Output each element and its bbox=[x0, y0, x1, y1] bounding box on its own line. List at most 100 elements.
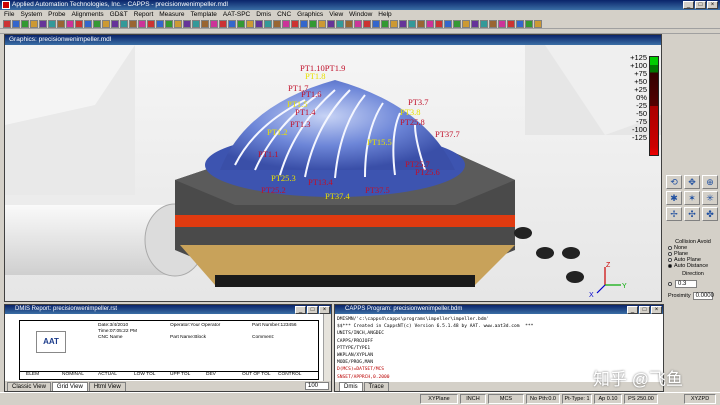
menu-report[interactable]: Report bbox=[134, 10, 154, 19]
program-minimize-button[interactable]: _ bbox=[627, 305, 638, 314]
measurement-point-label[interactable]: PT25.6 bbox=[415, 167, 440, 177]
toolbar-button[interactable] bbox=[291, 19, 299, 28]
measurement-point-label[interactable]: PT1.2 bbox=[267, 127, 288, 137]
toolbar-button[interactable] bbox=[120, 19, 128, 28]
toolbar-button[interactable] bbox=[381, 19, 389, 28]
maximize-button[interactable]: □ bbox=[695, 1, 706, 9]
measurement-point-label[interactable]: PT37.5 bbox=[365, 185, 390, 195]
measurement-point-label[interactable]: PT37.7 bbox=[435, 129, 460, 139]
report-maximize-button[interactable]: □ bbox=[307, 305, 318, 314]
toolbar-button[interactable] bbox=[156, 19, 164, 28]
toolbar-button[interactable] bbox=[21, 19, 29, 28]
toolbar-button[interactable] bbox=[336, 19, 344, 28]
toolbar-button[interactable] bbox=[129, 19, 137, 28]
toolbar-button[interactable] bbox=[219, 19, 227, 28]
menu-window[interactable]: Window bbox=[349, 10, 372, 19]
program-maximize-button[interactable]: □ bbox=[639, 305, 650, 314]
code-line[interactable]: CAPPS/PROJOFF bbox=[337, 338, 653, 345]
toolbar-button[interactable] bbox=[111, 19, 119, 28]
toolbar-button[interactable] bbox=[399, 19, 407, 28]
toolbar-button[interactable] bbox=[30, 19, 38, 28]
report-body[interactable]: AAT Date:3/4/2010 Time:07:05:22 PM CNC N… bbox=[5, 314, 323, 384]
code-line[interactable]: UNITS/INCH,ANGDEC bbox=[337, 330, 653, 337]
report-vertical-scrollbar[interactable] bbox=[323, 314, 331, 384]
code-line[interactable]: DMISMN/'c:\capps4\capps\programs\impelle… bbox=[337, 316, 653, 323]
toolbar-button[interactable] bbox=[255, 19, 263, 28]
menu-system[interactable]: System bbox=[20, 10, 42, 19]
toolbar-button[interactable] bbox=[354, 19, 362, 28]
toolbar-button[interactable] bbox=[48, 19, 56, 28]
measurement-point-label[interactable]: PT3.7 bbox=[408, 97, 429, 107]
toolbar-button[interactable] bbox=[417, 19, 425, 28]
toolbar-button[interactable] bbox=[66, 19, 74, 28]
view-side-icon[interactable]: ✳ bbox=[702, 191, 718, 205]
program-close-button[interactable]: × bbox=[651, 305, 662, 314]
code-line[interactable]: $$*** Created in CappsNT(c) Version 6.5.… bbox=[337, 323, 653, 330]
menu-alignments[interactable]: Alignments bbox=[72, 10, 104, 19]
toolbar-button[interactable] bbox=[75, 19, 83, 28]
toolbar-button[interactable] bbox=[516, 19, 524, 28]
toolbar-button[interactable] bbox=[444, 19, 452, 28]
toolbar-button[interactable] bbox=[498, 19, 506, 28]
tab-grid-view[interactable]: Grid View bbox=[51, 382, 88, 391]
rotate-icon[interactable]: ⟲ bbox=[666, 175, 682, 189]
distance-field[interactable]: 0.3 bbox=[675, 280, 697, 288]
measurement-point-label[interactable]: PT15.5 bbox=[367, 137, 392, 147]
menu-aat-spc[interactable]: AAT-SPC bbox=[223, 10, 250, 19]
toolbar-button[interactable] bbox=[480, 19, 488, 28]
graphics-viewport[interactable]: Z Y X PT1.10PT1.9 PT1.8 PT1.7 PT1.6 PT1.5 PT1… bbox=[5, 45, 661, 301]
toolbar-button[interactable] bbox=[372, 19, 380, 28]
tab-html-view[interactable]: Html View bbox=[88, 382, 126, 391]
toolbar-button[interactable] bbox=[300, 19, 308, 28]
toolbar-button[interactable] bbox=[471, 19, 479, 28]
report-close-button[interactable]: × bbox=[319, 305, 330, 314]
menu-gdt[interactable]: GD&T bbox=[110, 10, 128, 19]
view-right-icon[interactable]: ✣ bbox=[684, 207, 700, 221]
menu-measure[interactable]: Measure bbox=[159, 10, 184, 19]
tab-dmis[interactable]: Dmis bbox=[339, 382, 363, 391]
toolbar-button[interactable] bbox=[462, 19, 470, 28]
measurement-point-label[interactable]: PT25.2 bbox=[261, 185, 286, 195]
menu-file[interactable]: File bbox=[4, 10, 14, 19]
measurement-point-label[interactable]: PT1.8 bbox=[305, 71, 326, 81]
view-iso-icon[interactable]: ✢ bbox=[666, 207, 682, 221]
measurement-point-label[interactable]: PT1.4 bbox=[295, 107, 316, 117]
view-top-icon[interactable]: ✱ bbox=[666, 191, 682, 205]
proximity-field[interactable]: 0.0000 bbox=[692, 292, 714, 300]
measurement-point-label[interactable]: PT13.4 bbox=[308, 177, 334, 187]
toolbar-button[interactable] bbox=[435, 19, 443, 28]
tab-trace[interactable]: Trace bbox=[363, 382, 389, 391]
toolbar-button[interactable] bbox=[192, 19, 200, 28]
toolbar-button[interactable] bbox=[525, 19, 533, 28]
menu-help[interactable]: Help bbox=[378, 10, 391, 19]
toolbar-button[interactable] bbox=[390, 19, 398, 28]
zoom-icon[interactable]: ⊕ bbox=[702, 175, 718, 189]
minimize-button[interactable]: _ bbox=[683, 1, 694, 9]
toolbar-button[interactable] bbox=[345, 19, 353, 28]
toolbar-button[interactable] bbox=[165, 19, 173, 28]
toolbar-button[interactable] bbox=[489, 19, 497, 28]
view-front-icon[interactable]: ✶ bbox=[684, 191, 700, 205]
toolbar-button[interactable] bbox=[507, 19, 515, 28]
toolbar-button[interactable] bbox=[318, 19, 326, 28]
tab-classic-view[interactable]: Classic View bbox=[7, 382, 51, 391]
toolbar-button[interactable] bbox=[327, 19, 335, 28]
toolbar-button[interactable] bbox=[84, 19, 92, 28]
measurement-point-label[interactable]: PT25.3 bbox=[271, 173, 296, 183]
menu-graphics[interactable]: Graphics bbox=[297, 10, 323, 19]
toolbar-button[interactable] bbox=[102, 19, 110, 28]
code-line[interactable]: PTTYPE/TYPE1 bbox=[337, 345, 653, 352]
toolbar-button[interactable] bbox=[3, 19, 11, 28]
menu-cnc[interactable]: CNC bbox=[277, 10, 291, 19]
view-left-icon[interactable]: ✤ bbox=[702, 207, 718, 221]
measurement-point-label[interactable]: PT1.1 bbox=[258, 149, 279, 159]
toolbar-button[interactable] bbox=[183, 19, 191, 28]
toolbar-button[interactable] bbox=[309, 19, 317, 28]
menu-template[interactable]: Template bbox=[191, 10, 217, 19]
impeller-scene[interactable]: Z Y X PT1.10PT1.9PT1.8PT1.7PT1.6PT1.5PT1… bbox=[5, 45, 661, 301]
toolbar-button[interactable] bbox=[228, 19, 236, 28]
measurement-point-label[interactable]: PT1.6 bbox=[301, 89, 322, 99]
toolbar-button[interactable] bbox=[246, 19, 254, 28]
menu-view[interactable]: View bbox=[329, 10, 343, 19]
toolbar-button[interactable] bbox=[93, 19, 101, 28]
